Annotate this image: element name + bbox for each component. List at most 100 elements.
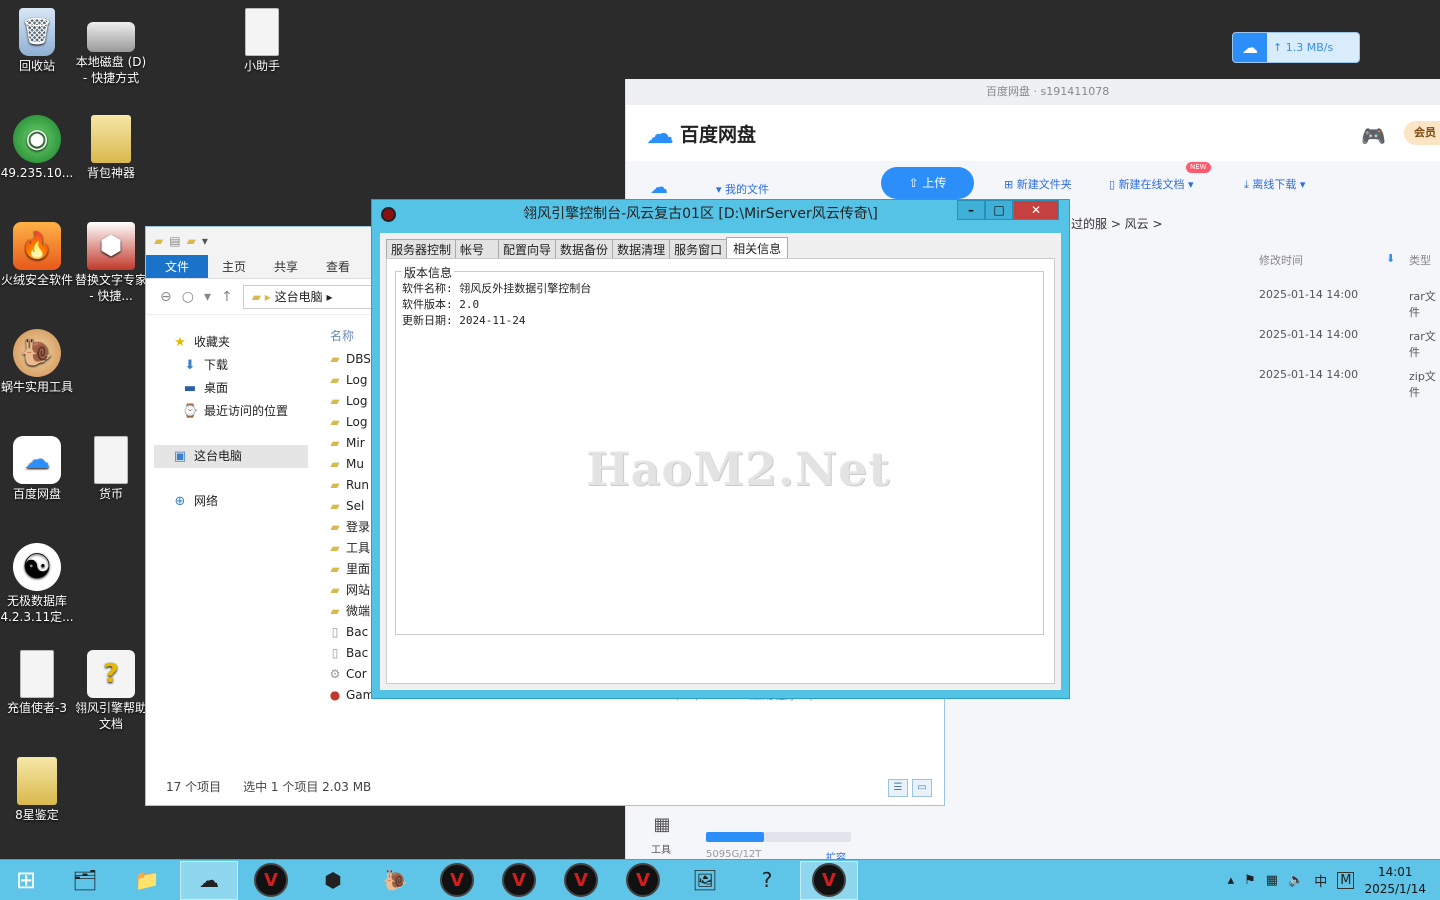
file-name: Log bbox=[346, 415, 368, 429]
tools-label[interactable]: 工具 bbox=[651, 841, 671, 856]
nav-item-favorites[interactable]: ★ 收藏夹 bbox=[146, 331, 316, 354]
tab-view[interactable]: 查看 bbox=[312, 255, 364, 278]
desktop-icon-remote[interactable]: ◉ 49.235.10... bbox=[0, 115, 74, 181]
vip-button[interactable]: 会员 bbox=[1404, 121, 1440, 145]
details-view-icon[interactable]: ☰ bbox=[888, 779, 908, 797]
baidu-logo-text: 百度网盘 bbox=[680, 123, 757, 146]
taskbar-app-button[interactable]: 🐌 bbox=[366, 861, 424, 900]
file-name: 微端 bbox=[346, 604, 371, 618]
taskbar-app-button[interactable]: 🗂 bbox=[56, 861, 114, 900]
config-file-icon: ⚙ bbox=[329, 667, 341, 681]
desktop-icon-label: 货币 bbox=[98, 487, 123, 501]
baidu-logo-icon: ☁ bbox=[646, 116, 674, 150]
flag-icon[interactable]: ⚑ bbox=[1244, 873, 1256, 888]
back-icon[interactable]: ⊖ bbox=[160, 289, 172, 305]
column-header-type[interactable]: 类型 bbox=[1409, 252, 1431, 268]
file-row-type: rar文件 bbox=[1409, 290, 1436, 319]
chevron-up-icon[interactable]: ▴ bbox=[1228, 873, 1235, 888]
desktop-icon-drive-d[interactable]: 本地磁盘 (D) - 快捷方式 bbox=[74, 8, 148, 86]
breadcrumb[interactable]: 过的服 > 风云 > bbox=[1071, 215, 1163, 232]
tab-home[interactable]: 主页 bbox=[208, 255, 260, 278]
upload-button[interactable]: ⇧ 上传 bbox=[881, 167, 974, 199]
nav-item-this-pc[interactable]: ▣ 这台电脑 bbox=[154, 445, 308, 468]
lingfeng-engine-icon: V bbox=[812, 863, 846, 897]
maximize-button[interactable]: □ bbox=[985, 200, 1013, 220]
taskbar-app-button[interactable]: V bbox=[490, 861, 548, 900]
desktop-icon-wuji-db[interactable]: ☯ 无极数据库4.2.3.11定... bbox=[0, 543, 74, 625]
tab-config-wizard[interactable]: 配置向导 bbox=[498, 239, 557, 258]
ime-indicator[interactable]: 中 bbox=[1314, 871, 1327, 890]
nav-item-network[interactable]: ⊕ 网络 bbox=[146, 490, 316, 513]
my-files-nav[interactable]: ▾ 我的文件 bbox=[716, 181, 769, 197]
package-icon: ⬢ bbox=[324, 868, 342, 892]
close-button[interactable]: ✕ bbox=[1013, 200, 1059, 220]
nav-item-recent[interactable]: ⌚ 最近访问的位置 bbox=[146, 400, 316, 423]
sort-arrow-icon[interactable]: ⬇ bbox=[1386, 252, 1395, 265]
desktop-icon-8star[interactable]: 8星鉴定 bbox=[0, 757, 74, 823]
taskbar-app-button[interactable]: ⬢ bbox=[304, 861, 362, 900]
desktop-icon-huorong[interactable]: 🔥 火绒安全软件 bbox=[0, 222, 74, 288]
upload-speed-badge[interactable]: ☁ ↑ 1.3 MB/s bbox=[1232, 32, 1360, 63]
desktop-icon-baidu[interactable]: ☁ 百度网盘 bbox=[0, 436, 74, 502]
folder-icon: ▰ bbox=[330, 457, 340, 471]
forward-icon[interactable]: ○ bbox=[182, 289, 194, 305]
tools-icon[interactable]: ▦ bbox=[651, 814, 673, 835]
address-text: 这台电脑 bbox=[274, 289, 323, 304]
taskbar-app-button[interactable]: ☁ bbox=[180, 860, 238, 900]
taskbar-app-button[interactable]: 🖼 bbox=[676, 861, 734, 900]
desktop-icon-helper[interactable]: 小助手 bbox=[225, 8, 299, 74]
gamepad-icon[interactable]: 🎮 bbox=[1361, 124, 1386, 148]
desktop-icon-recycle-bin[interactable]: 🗑 回收站 bbox=[0, 8, 74, 74]
file-name: Log bbox=[346, 394, 368, 408]
new-folder-icon[interactable]: ▰ bbox=[187, 234, 196, 248]
desktop-icon-replace-text[interactable]: ⬢ 替换文字专家 - 快捷... bbox=[74, 222, 148, 304]
tab-server-control[interactable]: 服务器控制 bbox=[386, 239, 457, 258]
tab-about[interactable]: 相关信息 bbox=[726, 237, 789, 258]
taskbar-app-button[interactable]: V bbox=[614, 861, 672, 900]
desktop-icon-snail[interactable]: 🐌 蜗牛实用工具 bbox=[0, 329, 74, 395]
network-icon[interactable]: ▦ bbox=[1266, 873, 1278, 888]
taskbar-app-button[interactable]: V bbox=[800, 860, 858, 900]
storage-quota-fill bbox=[706, 832, 764, 842]
nav-item-desktop[interactable]: ▬ 桌面 bbox=[146, 377, 316, 400]
tab-service-window[interactable]: 服务窗口 bbox=[669, 239, 728, 258]
large-icons-view-icon[interactable]: ▭ bbox=[912, 779, 932, 797]
file-row-type: rar文件 bbox=[1409, 330, 1436, 359]
offline-download-button[interactable]: ⤓ 离线下载 ▾ bbox=[1244, 176, 1305, 192]
properties-icon[interactable]: ▤ bbox=[169, 234, 180, 248]
taskbar-app-button[interactable]: V bbox=[242, 861, 300, 900]
ime-mode[interactable]: M bbox=[1337, 872, 1355, 889]
tab-data-cleanup[interactable]: 数据清理 bbox=[612, 239, 671, 258]
column-header-modified[interactable]: 修改时间 bbox=[1259, 252, 1303, 268]
tab-account[interactable]: 帐号 bbox=[455, 239, 500, 258]
chevron-down-icon[interactable]: ▾ bbox=[204, 289, 211, 305]
window-titlebar[interactable]: 翎风引擎控制台-风云复古01区 [D:\MirServer风云传奇\] – □ … bbox=[372, 200, 1069, 228]
taskbar-app-button[interactable]: V bbox=[552, 861, 610, 900]
desktop-icon-engine-help[interactable]: ? 翎风引擎帮助文档 bbox=[74, 650, 148, 732]
dialog-tabs: 服务器控制 帐号 配置向导 数据备份 数据清理 服务窗口 相关信息 bbox=[380, 233, 1061, 258]
volume-icon[interactable]: 🔈 bbox=[1288, 873, 1304, 888]
desktop-icon-recharge[interactable]: 充值使者-3 bbox=[0, 650, 74, 716]
address-bar[interactable]: ▰ ▸ 这台电脑 ▸ bbox=[242, 284, 373, 309]
minimize-button[interactable]: – bbox=[957, 200, 985, 220]
folder-icon[interactable]: ▰ bbox=[154, 234, 163, 248]
taskbar-app-button[interactable]: V bbox=[428, 861, 486, 900]
tab-data-backup[interactable]: 数据备份 bbox=[555, 239, 614, 258]
cloud-nav-icon[interactable]: ☁ bbox=[650, 177, 668, 198]
desktop-icon-backpack[interactable]: 背包神器 bbox=[74, 115, 148, 181]
new-online-doc-button[interactable]: ▯ 新建在线文档 ▾ bbox=[1109, 176, 1194, 192]
taskbar-app-button[interactable]: ? bbox=[738, 861, 796, 900]
tab-file[interactable]: 文件 bbox=[146, 255, 208, 278]
desktop-icon-currency[interactable]: 货币 bbox=[74, 436, 148, 502]
chevron-down-icon[interactable]: ▾ bbox=[202, 234, 208, 248]
computer-icon: ▣ bbox=[173, 449, 187, 464]
new-folder-button[interactable]: ⊞ 新建文件夹 bbox=[1004, 176, 1072, 192]
navigation-pane: ★ 收藏夹 ⬇ 下载 ▬ 桌面 ⌚ 最近访问的位置 ▣ 这台电脑 ⊕ 网络 bbox=[146, 323, 316, 513]
clock[interactable]: 14:01 2025/1/14 bbox=[1364, 864, 1426, 898]
tab-share[interactable]: 共享 bbox=[260, 255, 312, 278]
taskbar-app-button[interactable]: 📁 bbox=[118, 861, 176, 900]
up-arrow-icon[interactable]: ↑ bbox=[221, 289, 233, 305]
file-name: Cor bbox=[346, 667, 367, 681]
start-button[interactable]: ⊞ bbox=[0, 861, 52, 900]
nav-item-downloads[interactable]: ⬇ 下载 bbox=[146, 354, 316, 377]
